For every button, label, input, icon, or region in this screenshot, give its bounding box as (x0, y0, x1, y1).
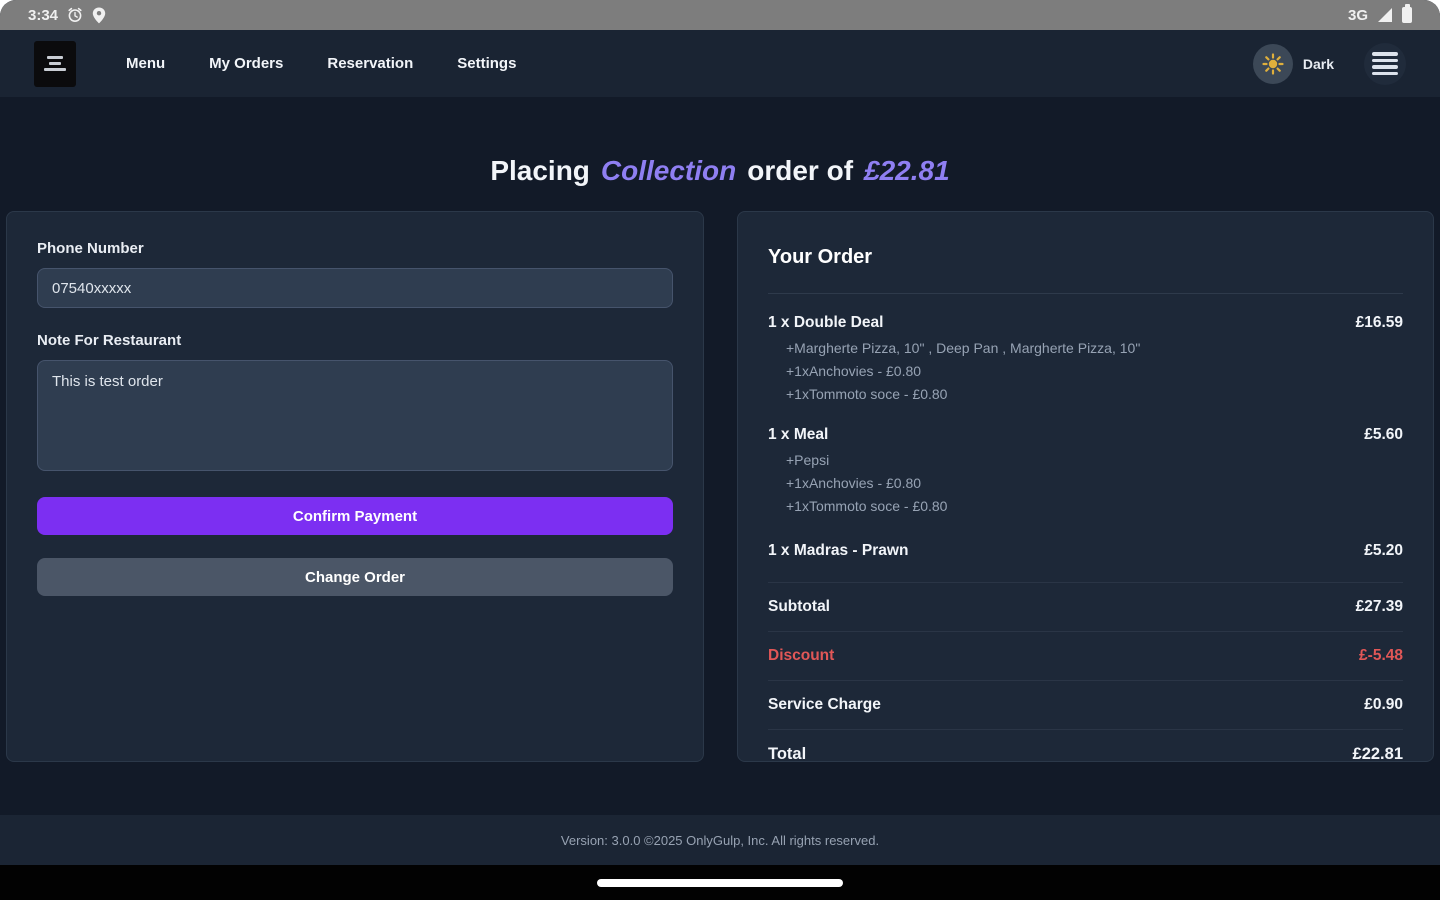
status-time: 3:34 (28, 6, 59, 24)
battery-icon (1402, 4, 1412, 23)
title-order-type: Collection (600, 155, 737, 186)
alarm-icon (67, 7, 83, 23)
subtotal-value: £27.39 (1355, 598, 1403, 615)
confirm-payment-button[interactable]: Confirm Payment (37, 497, 673, 535)
discount-row: Discount £-5.48 (768, 631, 1403, 680)
nav-item-settings[interactable]: Settings (457, 55, 516, 72)
sun-icon (1252, 43, 1293, 84)
item-addon: +Pepsi (786, 452, 830, 468)
order-item: 1 x Madras - Prawn £5.20 (768, 542, 1403, 560)
app-screen: 3:34 3G Menu My Orders Reservation Setti… (0, 0, 1440, 900)
location-icon (92, 7, 106, 24)
nav-links: Menu My Orders Reservation Settings (126, 55, 516, 72)
item-name: 1 x Meal (768, 426, 829, 443)
title-prefix: Placing (490, 155, 590, 186)
item-addon: +1xAnchovies - £0.80 (786, 363, 922, 379)
version-text: Version: 3.0.0 ©2025 OnlyGulp, Inc. All … (560, 832, 880, 848)
service-charge-row: Service Charge £0.90 (768, 680, 1403, 729)
subtotal-row: Subtotal £27.39 (768, 582, 1403, 631)
theme-toggle-label: Dark (1302, 55, 1334, 72)
total-value: £22.81 (1352, 745, 1403, 763)
phone-number-label: Phone Number (37, 240, 144, 257)
order-item: 1 x Meal £5.60 +Pepsi +1xAnchovies - £0.… (768, 426, 1403, 518)
phone-number-input[interactable] (37, 268, 673, 308)
order-summary-panel: Your Order 1 x Double Deal £16.59 +Margh… (737, 211, 1434, 763)
hamburger-menu-icon[interactable] (1364, 42, 1406, 85)
gesture-nav-bar (0, 865, 1440, 900)
item-addon: +1xTommoto soce - £0.80 (786, 498, 948, 514)
home-indicator[interactable] (597, 879, 843, 887)
signal-icon (1377, 7, 1393, 23)
brand-logo[interactable] (34, 40, 76, 87)
theme-toggle[interactable]: Dark (1252, 43, 1334, 84)
order-item: 1 x Double Deal £16.59 +Margherte Pizza,… (768, 314, 1403, 406)
order-summary-title: Your Order (768, 246, 873, 268)
service-charge-value: £0.90 (1364, 696, 1403, 713)
item-price: £5.60 (1364, 426, 1403, 443)
page-title: Placing Collection order of £22.81 (0, 155, 1440, 187)
service-charge-label: Service Charge (768, 696, 881, 713)
note-for-restaurant-textarea[interactable]: This is test order (37, 360, 673, 471)
change-order-button[interactable]: Change Order (37, 558, 673, 596)
total-row: Total £22.81 (768, 729, 1403, 779)
item-addon: +Margherte Pizza, 10" , Deep Pan , Margh… (786, 340, 1141, 356)
app-footer: Version: 3.0.0 ©2025 OnlyGulp, Inc. All … (0, 815, 1440, 865)
subtotal-label: Subtotal (768, 598, 830, 615)
title-middle: order of (747, 155, 854, 186)
item-price: £5.20 (1364, 542, 1403, 559)
divider (768, 293, 1403, 294)
item-price: £16.59 (1355, 314, 1403, 331)
item-name: 1 x Madras - Prawn (768, 542, 909, 559)
note-for-restaurant-label: Note For Restaurant (37, 332, 182, 349)
network-type-label: 3G (1347, 6, 1368, 24)
item-name: 1 x Double Deal (768, 314, 884, 331)
nav-item-my-orders[interactable]: My Orders (209, 55, 283, 72)
nav-item-menu[interactable]: Menu (126, 55, 165, 72)
discount-label: Discount (768, 647, 835, 664)
totals-section: Subtotal £27.39 Discount £-5.48 Service … (768, 582, 1403, 779)
item-addon: +1xTommoto soce - £0.80 (786, 386, 948, 402)
title-amount: £22.81 (864, 155, 950, 186)
nav-item-reservation[interactable]: Reservation (327, 55, 413, 72)
checkout-form-panel: Phone Number Note For Restaurant This is… (6, 211, 704, 762)
discount-value: £-5.48 (1359, 647, 1403, 664)
item-addon: +1xAnchovies - £0.80 (786, 475, 922, 491)
total-label: Total (768, 745, 807, 763)
top-nav: Menu My Orders Reservation Settings Dark (0, 30, 1440, 97)
status-bar: 3:34 3G (0, 0, 1440, 30)
